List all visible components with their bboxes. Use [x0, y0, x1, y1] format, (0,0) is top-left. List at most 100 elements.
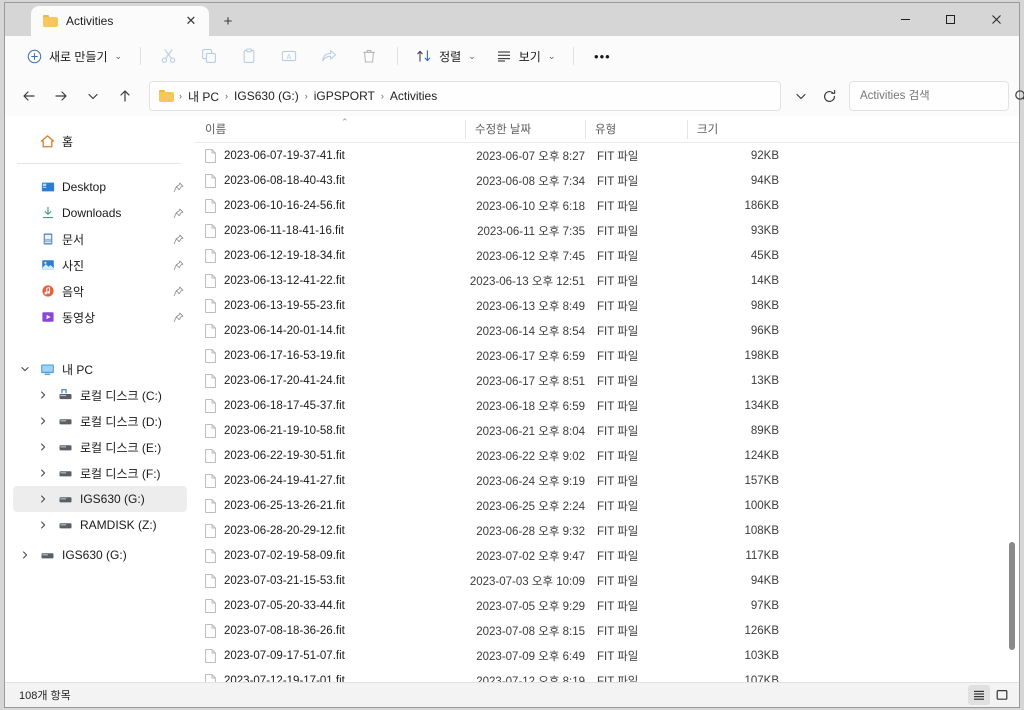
file-name-cell: 2023-07-05-20-33-44.fit — [195, 598, 465, 613]
up-button[interactable] — [109, 81, 141, 111]
sidebar-item-drive-c[interactable]: 로컬 디스크 (C:) — [13, 382, 187, 408]
copy-button[interactable] — [190, 41, 228, 71]
sidebar-item-portable-device[interactable]: IGS630 (G:) — [13, 542, 187, 568]
table-row[interactable]: 2023-06-14-20-01-14.fit 2023-06-14 오후 8:5… — [195, 318, 1019, 343]
search-input[interactable] — [860, 90, 1014, 102]
table-row[interactable]: 2023-06-25-13-26-21.fit 2023-06-25 오후 2:2… — [195, 493, 1019, 518]
search-box[interactable] — [849, 81, 1024, 111]
file-date-cell: 2023-06-17 오후 8:51 — [476, 375, 585, 388]
breadcrumb-dropdown-button[interactable] — [787, 82, 815, 110]
videos-icon — [39, 310, 56, 324]
close-tab-icon[interactable]: ✕ — [181, 11, 201, 31]
breadcrumb-item-2[interactable]: iGPSPORT — [309, 87, 380, 105]
breadcrumb-item-1[interactable]: IGS630 (G:) — [229, 87, 304, 105]
table-row[interactable]: 2023-06-21-19-10-58.fit 2023-06-21 오후 8:0… — [195, 418, 1019, 443]
breadcrumb-item-0[interactable]: 내 PC — [183, 86, 224, 107]
column-header-date[interactable]: 수정한 날짜 — [465, 116, 585, 143]
table-row[interactable]: 2023-06-07-19-37-41.fit 2023-06-07 오후 8:2… — [195, 143, 1019, 168]
pin-icon[interactable] — [169, 312, 187, 323]
share-button[interactable] — [310, 41, 348, 71]
recent-locations-button[interactable] — [77, 81, 109, 111]
sidebar-item-downloads[interactable]: Downloads — [13, 200, 187, 226]
column-header-type[interactable]: 유형 — [585, 116, 687, 143]
table-row[interactable]: 2023-07-12-19-17-01.fit 2023-07-12 오후 8:1… — [195, 668, 1019, 682]
breadcrumb-separator: › — [304, 91, 308, 101]
table-row[interactable]: 2023-07-09-17-51-07.fit 2023-07-09 오후 6:4… — [195, 643, 1019, 668]
sidebar-item-this-pc[interactable]: 내 PC — [13, 356, 187, 382]
pin-icon[interactable] — [169, 260, 187, 271]
sidebar-item-pictures[interactable]: 사진 — [13, 252, 187, 278]
rename-button[interactable]: A — [270, 41, 308, 71]
table-row[interactable]: 2023-06-22-19-30-51.fit 2023-06-22 오후 9:0… — [195, 443, 1019, 468]
table-row[interactable]: 2023-06-12-19-18-34.fit 2023-06-12 오후 7:4… — [195, 243, 1019, 268]
column-header-date-label: 수정한 날짜 — [475, 124, 532, 136]
breadcrumb-item-3[interactable]: Activities — [385, 87, 442, 105]
pin-icon[interactable] — [169, 286, 187, 297]
sidebar-item-music[interactable]: 음악 — [13, 278, 187, 304]
new-tab-button[interactable]: + — [213, 6, 243, 36]
file-rows[interactable]: 2023-06-07-19-37-41.fit 2023-06-07 오후 8:2… — [195, 143, 1019, 682]
minimize-button[interactable] — [883, 3, 928, 35]
table-row[interactable]: 2023-07-08-18-36-26.fit 2023-07-08 오후 8:1… — [195, 618, 1019, 643]
drive-icon — [57, 440, 74, 455]
column-header-name[interactable]: 이름 — [195, 116, 465, 143]
table-row[interactable]: 2023-06-08-18-40-43.fit 2023-06-08 오후 7:3… — [195, 168, 1019, 193]
scrollbar-thumb[interactable] — [1009, 541, 1015, 650]
delete-button[interactable] — [350, 41, 388, 71]
view-button[interactable]: 보기 ⌄ — [487, 41, 565, 71]
cut-button[interactable] — [150, 41, 188, 71]
tab-activities[interactable]: Activities ✕ — [31, 6, 209, 36]
table-row[interactable]: 2023-06-17-16-53-19.fit 2023-06-17 오후 6:5… — [195, 343, 1019, 368]
table-row[interactable]: 2023-06-10-16-24-56.fit 2023-06-10 오후 6:1… — [195, 193, 1019, 218]
sidebar-item-home[interactable]: 홈 — [13, 128, 187, 154]
sidebar-item-videos[interactable]: 동영상 — [13, 304, 187, 330]
table-row[interactable]: 2023-06-18-17-45-37.fit 2023-06-18 오후 6:5… — [195, 393, 1019, 418]
table-row[interactable]: 2023-06-17-20-41-24.fit 2023-06-17 오후 8:5… — [195, 368, 1019, 393]
chevron-right-icon[interactable] — [35, 468, 51, 478]
back-button[interactable] — [13, 81, 45, 111]
table-row[interactable]: 2023-06-13-12-41-22.fit 2023-06-13 오후 12:… — [195, 268, 1019, 293]
column-header-size[interactable]: 크기 — [687, 116, 785, 143]
maximize-button[interactable] — [928, 3, 973, 35]
sort-button[interactable]: 정렬 ⌄ — [407, 41, 485, 71]
table-row[interactable]: 2023-06-11-18-41-16.fit 2023-06-11 오후 7:3… — [195, 218, 1019, 243]
file-type-cell: FIT 파일 — [597, 575, 639, 588]
close-button[interactable] — [973, 3, 1019, 35]
file-size-cell: 103KB — [744, 649, 779, 662]
large-icons-view-icon[interactable] — [991, 685, 1013, 705]
chevron-right-icon[interactable] — [35, 390, 51, 400]
details-view-icon[interactable] — [968, 685, 990, 705]
table-row[interactable]: 2023-07-02-19-58-09.fit 2023-07-02 오후 9:4… — [195, 543, 1019, 568]
table-row[interactable]: 2023-06-28-20-29-12.fit 2023-06-28 오후 9:3… — [195, 518, 1019, 543]
pin-icon[interactable] — [169, 234, 187, 245]
table-row[interactable]: 2023-06-24-19-41-27.fit 2023-06-24 오후 9:1… — [195, 468, 1019, 493]
sidebar-item-drive-g[interactable]: IGS630 (G:) — [13, 486, 187, 512]
table-row[interactable]: 2023-06-13-19-55-23.fit 2023-06-13 오후 8:4… — [195, 293, 1019, 318]
chevron-right-icon[interactable] — [35, 416, 51, 426]
music-icon — [39, 284, 56, 298]
refresh-button[interactable] — [815, 82, 843, 110]
vertical-scrollbar[interactable] — [1006, 143, 1017, 682]
table-row[interactable]: 2023-07-03-21-15-53.fit 2023-07-03 오후 10:… — [195, 568, 1019, 593]
sidebar-item-desktop[interactable]: Desktop — [13, 174, 187, 200]
sidebar-item-drive-e[interactable]: 로컬 디스크 (E:) — [13, 434, 187, 460]
more-options-button[interactable]: ••• — [583, 41, 621, 71]
chevron-right-icon[interactable] — [17, 550, 33, 560]
chevron-right-icon[interactable] — [35, 494, 51, 504]
pin-icon[interactable] — [169, 182, 187, 193]
sidebar-item-drive-f[interactable]: 로컬 디스크 (F:) — [13, 460, 187, 486]
sidebar-item-documents[interactable]: 문서 — [13, 226, 187, 252]
file-type-cell: FIT 파일 — [597, 200, 639, 213]
breadcrumb[interactable]: › 내 PC › IGS630 (G:) › iGPSPORT › Activi… — [149, 81, 781, 111]
chevron-right-icon[interactable] — [35, 442, 51, 452]
new-button[interactable]: 새로 만들기 ⌄ — [17, 41, 131, 71]
chevron-right-icon[interactable] — [35, 520, 51, 530]
navigation-pane[interactable]: 홈 Desktop Downloads 문서 사진 음악 동영상 내 PC 로컬… — [5, 116, 195, 682]
paste-button[interactable] — [230, 41, 268, 71]
table-row[interactable]: 2023-07-05-20-33-44.fit 2023-07-05 오후 9:2… — [195, 593, 1019, 618]
sidebar-item-drive-z[interactable]: RAMDISK (Z:) — [13, 512, 187, 538]
chevron-down-icon[interactable] — [17, 364, 33, 374]
forward-button[interactable] — [45, 81, 77, 111]
sidebar-item-drive-d[interactable]: 로컬 디스크 (D:) — [13, 408, 187, 434]
pin-icon[interactable] — [169, 208, 187, 219]
